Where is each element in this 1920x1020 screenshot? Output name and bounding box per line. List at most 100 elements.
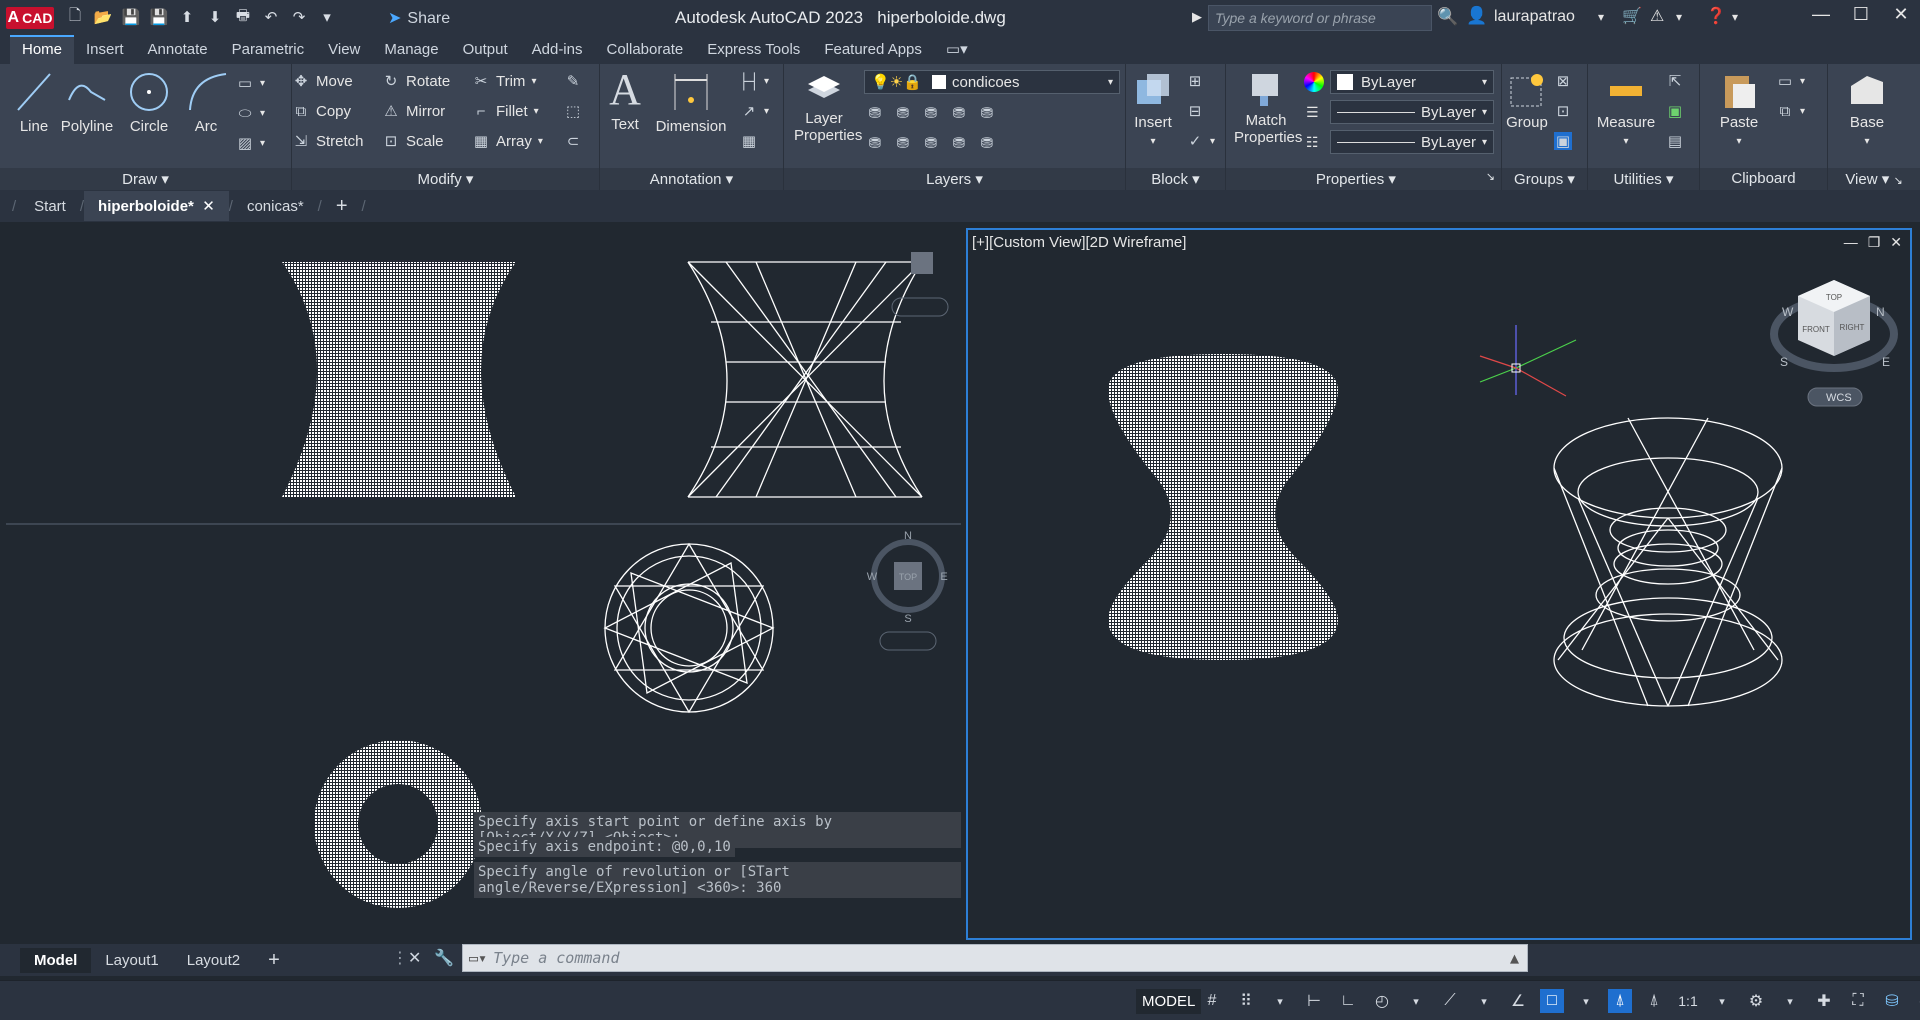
layer-lock-icon[interactable]: ⛃: [922, 134, 940, 152]
object-snap-icon[interactable]: □: [1540, 989, 1564, 1013]
tab-conicas[interactable]: conicas*: [233, 192, 318, 221]
hardware-acceleration-icon[interactable]: ◎: [1914, 989, 1920, 1013]
tab-view[interactable]: View: [316, 37, 372, 64]
command-grip-icon[interactable]: ⋮: [392, 948, 408, 968]
object-snap-tracking-icon[interactable]: ∠: [1506, 989, 1530, 1013]
groups-panel-title[interactable]: Groups ▾: [1502, 168, 1587, 190]
linetype-dropdown[interactable]: ByLayer ▾: [1330, 100, 1494, 124]
search-input[interactable]: Type a keyword or phrase: [1208, 5, 1432, 31]
explode-button[interactable]: ⬚: [564, 102, 582, 120]
group-selection-button[interactable]: ▣: [1554, 132, 1572, 150]
rectangle-button[interactable]: ▭ ▾: [236, 74, 265, 92]
layer-dropdown[interactable]: 💡☀🔒 condicoes ▾: [864, 70, 1120, 94]
view-launcher-icon[interactable]: ↘: [1893, 175, 1902, 187]
new-icon[interactable]: 🗋: [64, 6, 86, 28]
color-dropdown[interactable]: ByLayer ▾: [1330, 70, 1494, 94]
annotation-scale[interactable]: 1:1: [1676, 989, 1700, 1013]
layer-unisolate-icon[interactable]: ⛃: [978, 104, 996, 122]
auto-scale-icon[interactable]: ⍋: [1642, 989, 1666, 1013]
array-button[interactable]: ▦ Array ▾: [472, 132, 543, 151]
viewport-top-left[interactable]: [6, 222, 961, 525]
isodraft-icon[interactable]: ⟋: [1438, 989, 1462, 1013]
viewport-bottom-left[interactable]: TOP N S W E Specify axis start point or …: [6, 528, 961, 940]
layers-panel-title[interactable]: Layers ▾: [784, 168, 1125, 190]
quick-properties-icon[interactable]: ⛁: [1880, 989, 1904, 1013]
viewcube-mini[interactable]: [911, 252, 933, 274]
text-button[interactable]: A Text: [606, 68, 644, 134]
tab-start[interactable]: Start: [20, 192, 80, 221]
tab-hiperboloide[interactable]: hiperboloide* ✕: [84, 191, 229, 221]
viewport-restore-icon[interactable]: ❐: [1868, 234, 1881, 251]
new-tab-icon[interactable]: +: [322, 189, 362, 224]
tab-featured-apps[interactable]: Featured Apps: [812, 37, 934, 64]
wcs-mini-badge[interactable]: [891, 297, 949, 317]
tab-home[interactable]: Home: [10, 35, 75, 64]
ortho-icon[interactable]: ∟: [1336, 989, 1360, 1013]
properties-panel-title[interactable]: Properties ▾ ↘: [1226, 168, 1501, 190]
measure-button[interactable]: Measure ▾: [1592, 70, 1660, 148]
view-panel-title[interactable]: View ▾ ↘: [1828, 168, 1920, 190]
tab-insert[interactable]: Insert: [74, 37, 136, 64]
model-space-toggle[interactable]: MODEL: [1136, 989, 1202, 1014]
calculator-button[interactable]: ▤: [1666, 132, 1684, 150]
utilities-panel-title[interactable]: Utilities ▾: [1588, 168, 1699, 190]
insert-button[interactable]: Insert ▾: [1130, 70, 1176, 148]
draw-panel-title[interactable]: Draw ▾: [0, 168, 291, 190]
autodesk-app-icon[interactable]: ⚠: [1650, 6, 1664, 26]
workspace-gear-icon[interactable]: ⚙: [1744, 989, 1768, 1013]
modify-panel-title[interactable]: Modify ▾: [292, 168, 599, 190]
tab-model[interactable]: Model: [20, 947, 92, 973]
rotate-button[interactable]: ↻ Rotate: [382, 72, 451, 91]
quick-select-button[interactable]: ⇱: [1666, 72, 1684, 90]
stretch-button[interactable]: ⇲ Stretch: [292, 132, 364, 151]
cut-button[interactable]: ▭ ▾: [1776, 72, 1805, 90]
save-as-icon[interactable]: 💾: [148, 6, 170, 28]
edit-block-button[interactable]: ⊟: [1186, 102, 1204, 120]
grid-icon[interactable]: #: [1200, 989, 1224, 1013]
cart-icon[interactable]: 🛒: [1622, 6, 1642, 26]
group-edit-button[interactable]: ⊡: [1554, 102, 1572, 120]
plot-icon[interactable]: 🖶: [232, 6, 254, 28]
workspace-chevron-icon[interactable]: ▾: [1778, 989, 1802, 1013]
viewcube[interactable]: TOP FRONT RIGHT S E N W WCS: [1770, 280, 1898, 407]
ellipse-button[interactable]: ⬭ ▾: [236, 104, 265, 122]
help-icon[interactable]: ❓: [1706, 6, 1726, 26]
command-history-toggle-icon[interactable]: ▲: [1510, 949, 1519, 967]
customize-qat-icon[interactable]: ▾: [316, 6, 338, 28]
share-button[interactable]: ➤ Share: [388, 8, 450, 28]
user-name[interactable]: laurapatrao: [1494, 8, 1575, 26]
command-input[interactable]: Type a command: [493, 949, 619, 967]
group-button[interactable]: Group: [1504, 70, 1550, 131]
move-button[interactable]: ✥ Move: [292, 72, 353, 91]
circle-button[interactable]: Circle: [126, 70, 172, 135]
open-icon[interactable]: 📂: [92, 6, 114, 28]
scale-chevron-icon[interactable]: ▾: [1710, 989, 1734, 1013]
layer-walk-icon[interactable]: ⛃: [978, 134, 996, 152]
table-button[interactable]: ▦: [740, 132, 758, 150]
viewport-right[interactable]: [+][Custom View][2D Wireframe] — ❐ ✕ TOP…: [966, 228, 1912, 940]
ungroup-button[interactable]: ⊠: [1554, 72, 1572, 90]
layer-properties-button[interactable]: Layer Properties: [794, 70, 862, 144]
save-icon[interactable]: 💾: [120, 6, 142, 28]
close-icon[interactable]: ✕: [1890, 4, 1912, 25]
help-chevron-icon[interactable]: ▾: [1732, 10, 1738, 24]
tab-output[interactable]: Output: [451, 37, 520, 64]
chevron-down-icon[interactable]: ▾: [1676, 10, 1682, 24]
search-expand-icon[interactable]: ▶: [1192, 9, 1202, 25]
tab-layout2[interactable]: Layout2: [173, 948, 254, 973]
snap-icon[interactable]: ⠿: [1234, 989, 1258, 1013]
annotation-visibility-icon[interactable]: ⍋: [1608, 989, 1632, 1013]
redo-icon[interactable]: ↷: [288, 6, 310, 28]
match-properties-button[interactable]: Match Properties: [1234, 70, 1302, 146]
layer-isolate-icon[interactable]: ⛃: [950, 104, 968, 122]
erase-button[interactable]: ✎: [564, 72, 582, 90]
user-menu-chevron-icon[interactable]: ▾: [1598, 10, 1604, 24]
compass-widget[interactable]: TOP N S W E: [867, 530, 948, 651]
polar-icon[interactable]: ◴: [1370, 989, 1394, 1013]
viewport-label[interactable]: [+][Custom View][2D Wireframe]: [972, 234, 1186, 251]
save-web-icon[interactable]: ⬇: [204, 6, 226, 28]
object-snap-chevron-icon[interactable]: ▾: [1574, 989, 1598, 1013]
hatch-button[interactable]: ▨ ▾: [236, 134, 265, 152]
tab-express-tools[interactable]: Express Tools: [695, 37, 812, 64]
layer-unlock-icon[interactable]: ⛃: [950, 134, 968, 152]
